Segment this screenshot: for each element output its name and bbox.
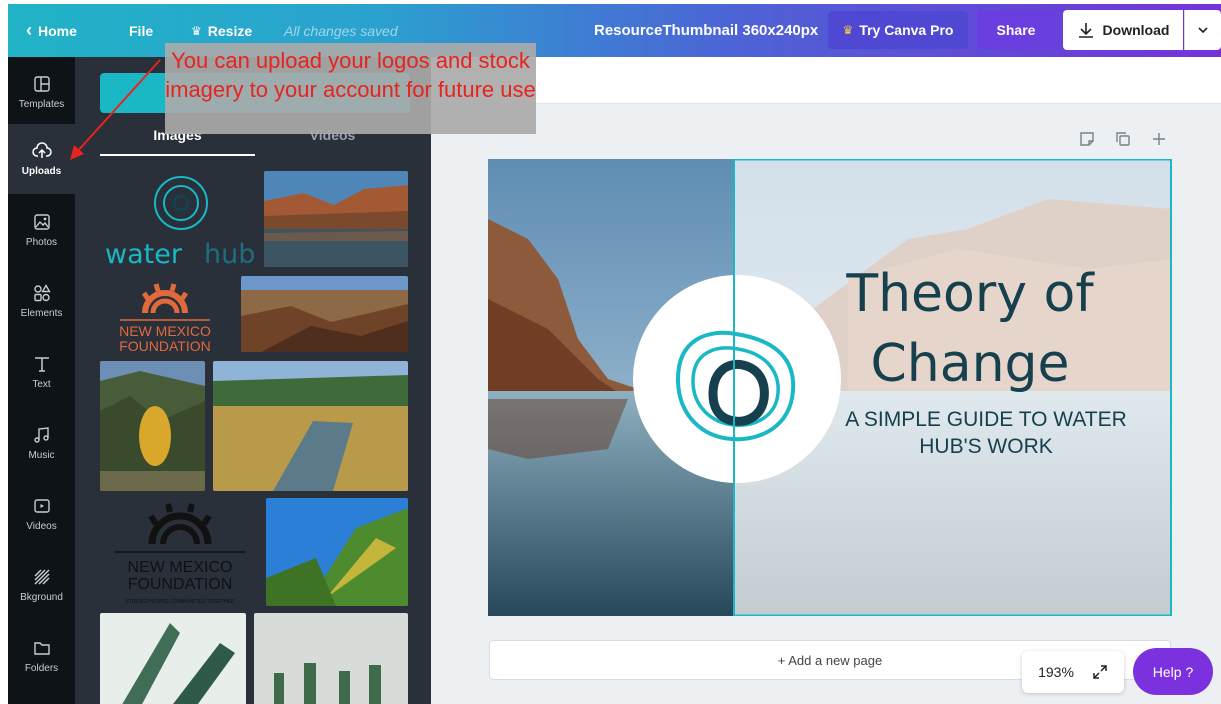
design-subtitle-line2: HUB'S WORK	[919, 435, 1053, 458]
sidebar-item-label: Photos	[25, 237, 58, 248]
download-options-button[interactable]	[1184, 10, 1221, 50]
nmf-logo-orange: NEW MEXICO FOUNDATION	[119, 283, 211, 353]
nmf-logo-small-line1: NEW MEXICO	[119, 323, 211, 339]
chevron-left-icon: ‹	[26, 20, 32, 40]
upload-thumb-desert-rocks[interactable]	[241, 276, 408, 352]
upload-thumb-waterhub-logo[interactable]: water hub	[100, 169, 255, 269]
crown-icon: ♛	[842, 23, 854, 37]
waterhub-logo-hub: hub	[204, 239, 255, 269]
nmf-logo-large-tagline: STRENGTHENING COMMUNITIES TOGETHER	[125, 599, 235, 605]
sidebar-item-label: Bkground	[20, 592, 63, 603]
text-icon	[34, 357, 49, 372]
fullscreen-icon[interactable]	[1092, 664, 1108, 680]
home-label: Home	[38, 22, 77, 39]
download-icon	[1078, 23, 1093, 38]
page-tools	[1078, 130, 1168, 148]
waterhub-logo-water: water	[105, 239, 183, 269]
music-note-icon	[33, 427, 49, 443]
nmf-logo-small-line2: FOUNDATION	[119, 338, 211, 353]
sidebar-item-label: Music	[28, 450, 55, 461]
upload-thumb-river-meadow[interactable]	[213, 361, 408, 491]
sidebar-item-label: Templates	[18, 99, 65, 110]
upload-thumb-yellow-tree[interactable]	[100, 361, 205, 491]
design-page[interactable]: Theory of Change A SIMPLE GUIDE TO WATER…	[488, 159, 1172, 616]
annotation-callout: You can upload your logos and stock imag…	[165, 43, 536, 134]
upload-thumb-cactus[interactable]	[254, 613, 408, 704]
crown-icon: ♛	[191, 23, 202, 38]
design-title-line2: Change	[870, 334, 1069, 394]
sidebar-item-label: Text	[32, 379, 51, 390]
zoom-level: 193%	[1038, 664, 1074, 680]
shapes-icon	[33, 284, 51, 302]
nmf-logo-dark: NEW MEXICO FOUNDATION STRENGTHENING COMM…	[115, 503, 245, 605]
sidebar-item-label: Elements	[20, 308, 63, 319]
sidebar-item-music[interactable]: Music	[8, 408, 75, 478]
editor-toolbar	[431, 57, 1221, 104]
background-stripes-icon	[33, 569, 50, 585]
palm-leaf-image	[100, 613, 246, 704]
file-label: File	[129, 22, 154, 39]
yellow-tree-image	[100, 361, 205, 491]
design-canvas: Theory of Change A SIMPLE GUIDE TO WATER…	[488, 159, 1172, 616]
video-play-icon	[33, 499, 50, 513]
sidebar-item-background[interactable]: Bkground	[8, 550, 75, 620]
home-button[interactable]: ‹ Home	[26, 20, 77, 41]
upload-thumb-nmf-logo-dark[interactable]: NEW MEXICO FOUNDATION STRENGTHENING COMM…	[100, 498, 260, 606]
sidebar-item-label: Uploads	[21, 166, 62, 177]
resize-button[interactable]: ♛ Resize	[191, 23, 252, 39]
waterhub-logo: water hub	[105, 176, 255, 269]
templates-icon	[33, 76, 50, 92]
river-meadow-image	[213, 361, 408, 491]
add-page-icon[interactable]	[1150, 130, 1168, 148]
note-icon[interactable]	[1078, 130, 1096, 148]
design-title-line1: Theory of	[845, 264, 1095, 324]
cactus-image	[254, 613, 408, 704]
try-pro-button[interactable]: ♛ Try Canva Pro	[828, 11, 968, 49]
upload-thumb-banana-leaf[interactable]	[266, 498, 408, 606]
resize-label: Resize	[207, 22, 253, 39]
nmf-logo-large-line1: NEW MEXICO	[128, 559, 233, 576]
sidebar-item-photos[interactable]: Photos	[8, 195, 75, 265]
save-status: All changes saved	[284, 22, 398, 39]
help-button[interactable]: Help ?	[1133, 648, 1213, 695]
annotation-arrow-icon	[70, 59, 161, 160]
share-button[interactable]: Share	[977, 11, 1055, 49]
upload-thumb-palm-leaf[interactable]	[100, 613, 246, 704]
sidebar-item-label: Videos	[26, 521, 57, 532]
sidebar-item-text[interactable]: Text	[8, 337, 75, 407]
sidebar-item-elements[interactable]: Elements	[8, 266, 75, 336]
upload-thumb-canyon-river[interactable]	[264, 171, 408, 267]
chevron-down-icon	[1198, 27, 1208, 34]
zoom-control[interactable]: 193%	[1022, 651, 1124, 693]
upload-cloud-icon	[31, 142, 52, 158]
sidebar-item-label: Folders	[24, 663, 59, 674]
canyon-river-image	[264, 171, 408, 267]
file-menu-button[interactable]: File	[129, 23, 153, 39]
document-title[interactable]: ResourceThumbnail 360x240px	[594, 22, 818, 39]
photo-icon	[33, 214, 50, 230]
upload-thumb-nmf-logo[interactable]: NEW MEXICO FOUNDATION	[100, 275, 230, 353]
download-button[interactable]: Download	[1063, 10, 1183, 50]
folder-icon	[33, 642, 50, 655]
nmf-logo-large-line2: FOUNDATION	[128, 576, 233, 593]
sidebar-item-folders[interactable]: Folders	[8, 621, 75, 691]
download-label: Download	[1102, 22, 1170, 38]
desert-rocks-image	[241, 276, 408, 352]
banana-leaf-image	[266, 498, 408, 606]
try-pro-label: Try Canva Pro	[859, 22, 954, 38]
duplicate-page-icon[interactable]	[1114, 130, 1132, 148]
design-subtitle-line1: A SIMPLE GUIDE TO WATER	[845, 408, 1127, 431]
sidebar-item-videos[interactable]: Videos	[8, 479, 75, 549]
